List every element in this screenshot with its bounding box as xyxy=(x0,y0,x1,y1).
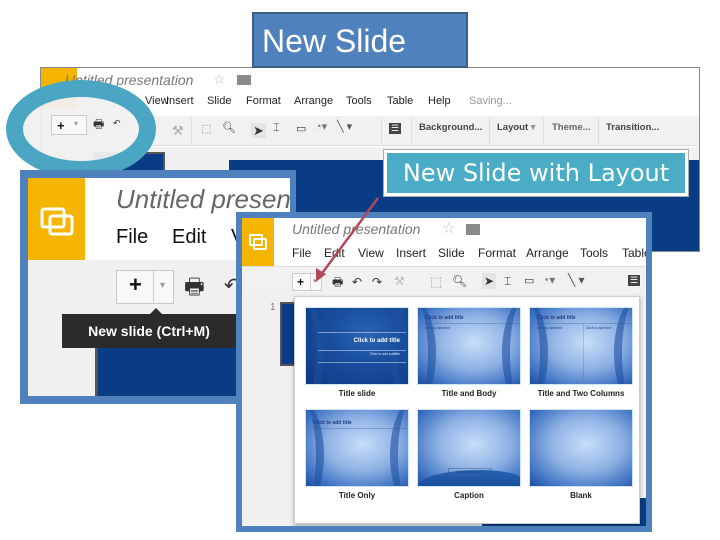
arrow-shaft xyxy=(318,197,380,277)
pointer-arrow xyxy=(316,197,380,282)
